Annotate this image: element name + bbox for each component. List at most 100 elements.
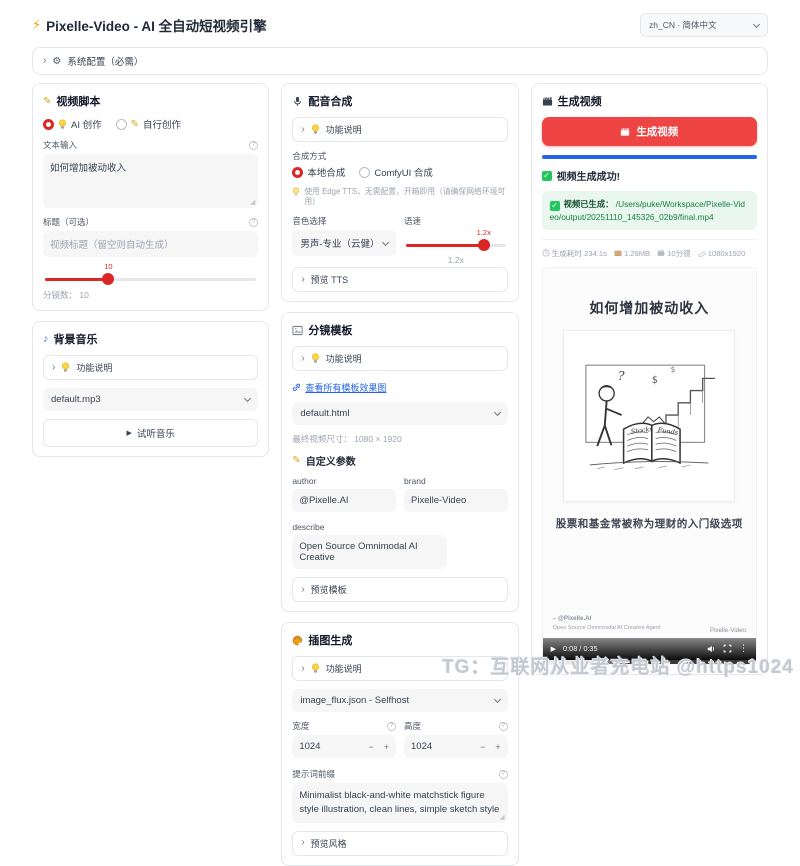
- increment-icon[interactable]: +: [384, 742, 389, 752]
- system-config-accordion[interactable]: › ⚙ 系统配置（必需）: [32, 47, 768, 75]
- info-icon[interactable]: ?: [249, 217, 259, 227]
- tts-hint-text: 使用 Edge TTS，无需配置，开箱即用（请确保网络环境可用）: [304, 187, 506, 207]
- template-file-select[interactable]: default.html: [292, 402, 508, 426]
- height-value: 1024: [411, 741, 433, 753]
- video-author: – @Pixelle.AI: [552, 614, 592, 622]
- script-text-input[interactable]: 如何增加被动收入 ◢: [43, 154, 259, 208]
- chevron-right-icon: ›: [43, 55, 47, 66]
- describe-input[interactable]: Open Source Omnimodal AI Creative: [292, 535, 448, 570]
- voice-select[interactable]: 男声-专业（云健）: [292, 230, 396, 257]
- generation-stats: 生成耗时 234.1s 1.29MB 10分镜 1080x1920: [542, 248, 757, 259]
- template-gallery-link-text: 查看所有模板效果图: [305, 383, 387, 394]
- increment-icon[interactable]: +: [495, 742, 500, 752]
- template-preview-accordion[interactable]: › 预览模板: [292, 577, 508, 603]
- generate-video-button[interactable]: 生成视频: [541, 117, 757, 146]
- workflow-select[interactable]: image_flux.json - Selfhost: [292, 689, 508, 713]
- bgm-file-select[interactable]: default.mp3: [43, 388, 259, 411]
- tts-preview-accordion[interactable]: › 预览 TTS: [292, 267, 508, 293]
- title-label: 标题（可选）: [43, 217, 95, 227]
- link-icon: [292, 383, 301, 392]
- stat-duration: 生成耗时 234.1s: [542, 248, 607, 259]
- video-title-placeholder: 视频标题（留空则自动生成）: [50, 240, 174, 251]
- tts-help-accordion[interactable]: › 功能说明: [292, 117, 508, 142]
- svg-text:$: $: [671, 365, 676, 374]
- slider-handle[interactable]: [102, 273, 115, 285]
- template-help-accordion[interactable]: › 功能说明: [292, 346, 508, 372]
- prompt-prefix-value: Minimalist black-and-white matchstick fi…: [299, 790, 500, 816]
- radio-local-tts[interactable]: 本地合成: [292, 165, 345, 179]
- info-icon[interactable]: ?: [387, 721, 396, 731]
- bgm-preview-button[interactable]: ▶ 试听音乐: [43, 419, 259, 447]
- video-script-title: ✎ 视频脚本: [43, 93, 258, 109]
- brand-input[interactable]: Pixelle-Video: [404, 489, 508, 513]
- tts-card: 配音合成 › 功能说明 合成方式 本地合成 ComfyUI 合成 使用 Edge…: [281, 83, 519, 303]
- check-icon: ✓: [549, 200, 560, 211]
- radio-comfyui-label: ComfyUI 合成: [374, 168, 433, 179]
- decrement-icon[interactable]: −: [368, 742, 373, 752]
- radio-selected-icon: [292, 166, 304, 178]
- language-select[interactable]: zh_CN · 简体中文: [640, 13, 768, 37]
- radio-comfyui-tts[interactable]: ComfyUI 合成: [359, 165, 433, 179]
- template-help-label: 功能说明: [325, 354, 362, 365]
- lightning-icon: ⚡: [32, 17, 42, 32]
- slider-fill: [45, 278, 109, 281]
- generate-title-text: 生成视频: [557, 96, 602, 108]
- decrement-icon[interactable]: −: [480, 742, 485, 752]
- template-gallery-link[interactable]: 查看所有模板效果图: [292, 381, 386, 394]
- palette-icon: [292, 635, 303, 646]
- author-field-group: author @Pixelle.AI: [292, 476, 396, 520]
- tts-mode-label: 合成方式: [292, 151, 327, 161]
- resize-handle-icon[interactable]: ◢: [250, 198, 255, 206]
- tts-preview-label: 预览 TTS: [310, 275, 349, 286]
- illustration-title: 插图生成: [292, 632, 507, 648]
- radio-ai-create[interactable]: AI 创作: [43, 117, 102, 131]
- info-icon[interactable]: ?: [249, 140, 259, 150]
- chevron-down-icon: [493, 409, 501, 417]
- main-columns: ✎ 视频脚本 AI 创作 ✎ 自行创作 文本输入 ? 如何增加被动收入 ◢ 标题…: [32, 83, 768, 866]
- resize-handle-icon[interactable]: ◢: [499, 813, 504, 821]
- clock-icon: [542, 249, 550, 257]
- video-player[interactable]: 如何增加被动收入 $ $ ? Stocks Funds 股票和基金常被称为理财的…: [541, 266, 757, 665]
- info-icon[interactable]: ?: [498, 721, 508, 731]
- width-stepper[interactable]: 1024 − +: [292, 735, 396, 759]
- tts-voice-speed-row: 音色选择 男声-专业（云健） 语速 1.2x 1.2x: [292, 215, 507, 265]
- memo-icon: ✎: [43, 95, 52, 107]
- speed-label: 语速: [404, 216, 422, 227]
- app-title-text: Pixelle-Video - AI 全自动短视频引擎: [46, 19, 267, 34]
- column-left: ✎ 视频脚本 AI 创作 ✎ 自行创作 文本输入 ? 如何增加被动收入 ◢ 标题…: [32, 83, 270, 457]
- generate-card: 生成视频 生成视频 ✓ 视频生成成功! ✓ 视频已生成： /Users/puke/…: [530, 83, 768, 675]
- clapperboard-icon: [542, 96, 553, 107]
- style-preview-accordion[interactable]: › 预览风格: [292, 830, 508, 856]
- height-stepper[interactable]: 1024 − +: [404, 735, 508, 759]
- storyboard-count-slider[interactable]: 10: [45, 262, 257, 285]
- video-brand: Pixelle-Video: [709, 626, 746, 634]
- generate-title: 生成视频: [542, 93, 757, 109]
- clapperboard-icon: [657, 249, 665, 257]
- workflow-value: image_flux.json - Selfhost: [300, 695, 410, 707]
- video-agent-line: Open Source Omnimodal AI Creative Agent: [552, 625, 661, 632]
- language-value: zh_CN · 简体中文: [649, 20, 717, 30]
- bgm-help-accordion[interactable]: › 功能说明: [43, 355, 259, 380]
- height-field-group: 高度 ? 1024 − +: [404, 720, 508, 766]
- divider: [541, 238, 757, 240]
- speed-slider[interactable]: 1.2x: [406, 228, 506, 252]
- prompt-prefix-input[interactable]: Minimalist black-and-white matchstick fi…: [292, 783, 508, 823]
- success-status: ✓ 视频生成成功!: [541, 168, 757, 183]
- author-input[interactable]: @Pixelle.AI: [292, 489, 396, 513]
- video-footer: – @Pixelle.AI Open Source Omnimodal AI C…: [553, 614, 746, 634]
- lightbulb-icon: [311, 663, 320, 674]
- generate-button-label: 生成视频: [636, 126, 679, 138]
- ruler-icon: [698, 249, 706, 258]
- speed-slider-group: 语速 1.2x 1.2x: [404, 215, 508, 265]
- video-title-input[interactable]: 视频标题（留空则自动生成）: [43, 231, 259, 257]
- lightbulb-icon: [311, 353, 320, 364]
- slider-handle[interactable]: [477, 239, 490, 252]
- radio-ai-label: AI 创作: [71, 120, 102, 131]
- info-icon[interactable]: ?: [498, 769, 508, 779]
- video-title-overlay: 如何增加被动收入: [589, 299, 710, 316]
- template-card: 分镜模板 › 功能说明 查看所有模板效果图 default.html 最终视频尺…: [281, 312, 519, 613]
- radio-manual-create[interactable]: ✎ 自行创作: [115, 117, 181, 131]
- system-config-label: 系统配置（必需）: [67, 57, 144, 68]
- stat-resolution: 1080x1920: [698, 249, 745, 258]
- width-label: 宽度: [292, 721, 310, 732]
